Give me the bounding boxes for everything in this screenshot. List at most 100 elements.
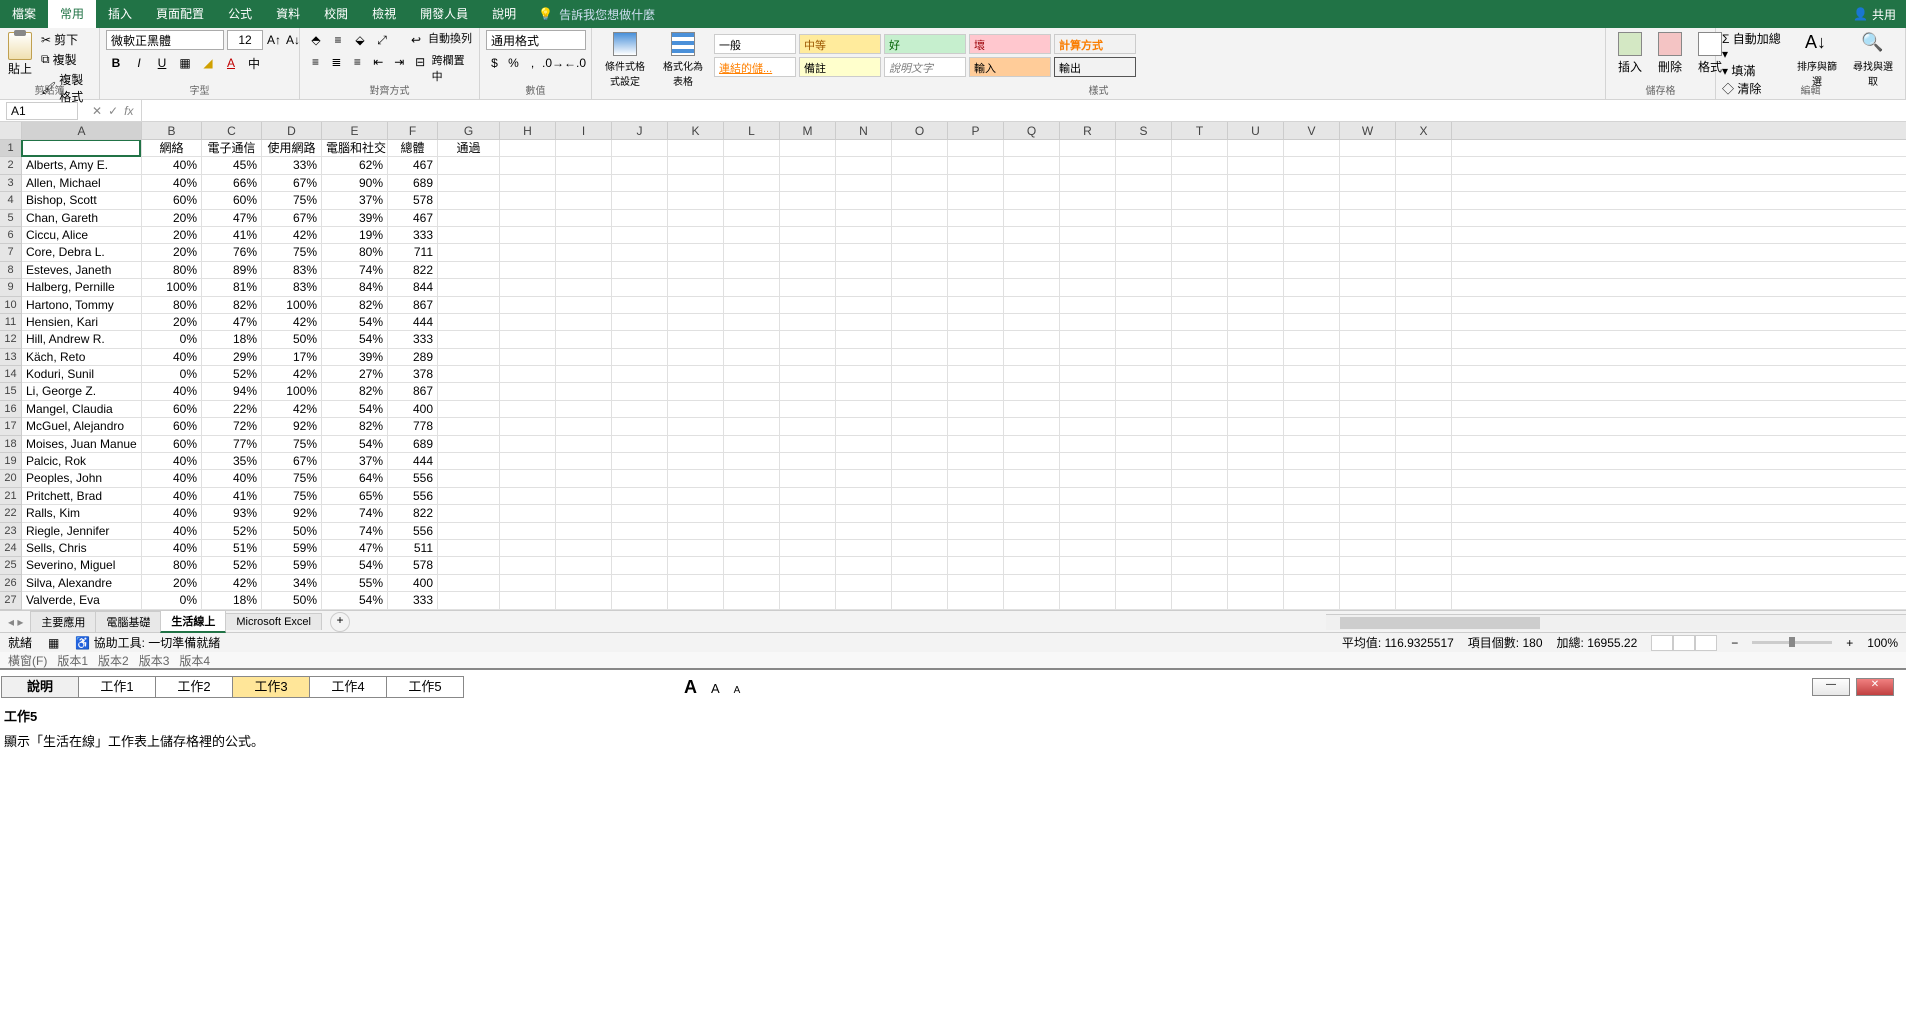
cell[interactable] bbox=[1172, 192, 1228, 208]
cell[interactable]: Alberts, Amy E. bbox=[22, 157, 142, 173]
cell[interactable] bbox=[1004, 418, 1060, 434]
cell[interactable]: 40% bbox=[142, 470, 202, 486]
cell[interactable] bbox=[1228, 436, 1284, 452]
version-1[interactable]: 版本1 bbox=[57, 652, 88, 669]
cell[interactable] bbox=[836, 175, 892, 191]
col-header-O[interactable]: O bbox=[892, 122, 948, 139]
cell[interactable]: 556 bbox=[388, 488, 438, 504]
cell[interactable]: 54% bbox=[322, 557, 388, 573]
cell[interactable] bbox=[1340, 314, 1396, 330]
cell[interactable] bbox=[500, 262, 556, 278]
cell[interactable] bbox=[612, 453, 668, 469]
cell[interactable] bbox=[1004, 210, 1060, 226]
cell[interactable]: 289 bbox=[388, 349, 438, 365]
cell[interactable]: 54% bbox=[322, 401, 388, 417]
zoom-slider[interactable] bbox=[1752, 641, 1832, 644]
col-header-W[interactable]: W bbox=[1340, 122, 1396, 139]
cell[interactable]: 0% bbox=[142, 592, 202, 608]
row-header-6[interactable]: 6 bbox=[0, 227, 21, 244]
col-header-C[interactable]: C bbox=[202, 122, 262, 139]
cell[interactable] bbox=[892, 140, 948, 156]
cell[interactable]: Hartono, Tommy bbox=[22, 297, 142, 313]
cell[interactable]: 54% bbox=[322, 436, 388, 452]
col-header-T[interactable]: T bbox=[1172, 122, 1228, 139]
formula-bar[interactable] bbox=[141, 100, 1906, 121]
cell[interactable] bbox=[1284, 505, 1340, 521]
tab-view[interactable]: 檢視 bbox=[360, 0, 408, 28]
row-header-16[interactable]: 16 bbox=[0, 401, 21, 418]
cell[interactable]: Li, George Z. bbox=[22, 383, 142, 399]
cell[interactable] bbox=[1396, 488, 1452, 504]
cell[interactable] bbox=[780, 192, 836, 208]
cell[interactable]: 41% bbox=[202, 227, 262, 243]
cell[interactable]: 27% bbox=[322, 366, 388, 382]
enter-icon[interactable]: ✓ bbox=[108, 104, 118, 118]
cell[interactable] bbox=[780, 366, 836, 382]
cell[interactable] bbox=[500, 453, 556, 469]
cell[interactable]: 556 bbox=[388, 470, 438, 486]
cell[interactable] bbox=[668, 383, 724, 399]
cell[interactable] bbox=[836, 331, 892, 347]
cell[interactable] bbox=[1228, 192, 1284, 208]
cell[interactable] bbox=[1004, 592, 1060, 608]
cell[interactable] bbox=[892, 227, 948, 243]
cell[interactable]: 400 bbox=[388, 401, 438, 417]
cell[interactable] bbox=[780, 592, 836, 608]
cell[interactable] bbox=[836, 349, 892, 365]
cell[interactable]: 689 bbox=[388, 175, 438, 191]
cell[interactable] bbox=[500, 349, 556, 365]
cell[interactable] bbox=[438, 540, 500, 556]
version-0[interactable]: 橫窗(F) bbox=[8, 652, 47, 669]
cell[interactable] bbox=[1060, 140, 1116, 156]
cell[interactable] bbox=[668, 488, 724, 504]
tab-developer[interactable]: 開發人員 bbox=[408, 0, 480, 28]
cell[interactable] bbox=[892, 297, 948, 313]
cell[interactable]: 60% bbox=[142, 401, 202, 417]
cell[interactable] bbox=[1228, 210, 1284, 226]
cell[interactable] bbox=[1004, 244, 1060, 260]
cell[interactable] bbox=[780, 157, 836, 173]
cell[interactable] bbox=[1004, 227, 1060, 243]
cell[interactable] bbox=[438, 175, 500, 191]
font-sample-small[interactable]: A bbox=[734, 685, 741, 696]
align-right-icon[interactable]: ≡ bbox=[348, 52, 367, 72]
cell[interactable] bbox=[780, 314, 836, 330]
cell[interactable]: 94% bbox=[202, 383, 262, 399]
style-output[interactable]: 輸出 bbox=[1054, 57, 1136, 77]
cell[interactable] bbox=[668, 523, 724, 539]
cell[interactable] bbox=[22, 140, 142, 156]
cell[interactable] bbox=[556, 488, 612, 504]
cell[interactable] bbox=[1340, 192, 1396, 208]
cell[interactable] bbox=[438, 227, 500, 243]
cell[interactable] bbox=[1060, 279, 1116, 295]
style-neutral[interactable]: 中等 bbox=[799, 34, 881, 54]
align-left-icon[interactable]: ≡ bbox=[306, 52, 325, 72]
cell[interactable]: 92% bbox=[262, 418, 322, 434]
cell[interactable] bbox=[892, 279, 948, 295]
cell[interactable]: Koduri, Sunil bbox=[22, 366, 142, 382]
cell[interactable] bbox=[1060, 262, 1116, 278]
cell[interactable] bbox=[668, 192, 724, 208]
cell[interactable] bbox=[724, 540, 780, 556]
cell[interactable] bbox=[948, 418, 1004, 434]
cell[interactable] bbox=[724, 523, 780, 539]
currency-button[interactable]: $ bbox=[486, 53, 503, 73]
cell[interactable]: 75% bbox=[262, 244, 322, 260]
cell[interactable] bbox=[1284, 279, 1340, 295]
cell[interactable] bbox=[1228, 557, 1284, 573]
cell[interactable] bbox=[1116, 540, 1172, 556]
style-good[interactable]: 好 bbox=[884, 34, 966, 54]
cell[interactable] bbox=[780, 505, 836, 521]
cell[interactable] bbox=[612, 505, 668, 521]
cell[interactable] bbox=[836, 244, 892, 260]
cell[interactable] bbox=[1060, 470, 1116, 486]
cell[interactable]: 39% bbox=[322, 210, 388, 226]
cell[interactable] bbox=[500, 436, 556, 452]
cell[interactable] bbox=[1284, 418, 1340, 434]
cell[interactable] bbox=[1116, 436, 1172, 452]
col-header-X[interactable]: X bbox=[1396, 122, 1452, 139]
row-header-13[interactable]: 13 bbox=[0, 349, 21, 366]
cell[interactable] bbox=[724, 314, 780, 330]
col-header-R[interactable]: R bbox=[1060, 122, 1116, 139]
cell[interactable] bbox=[724, 192, 780, 208]
